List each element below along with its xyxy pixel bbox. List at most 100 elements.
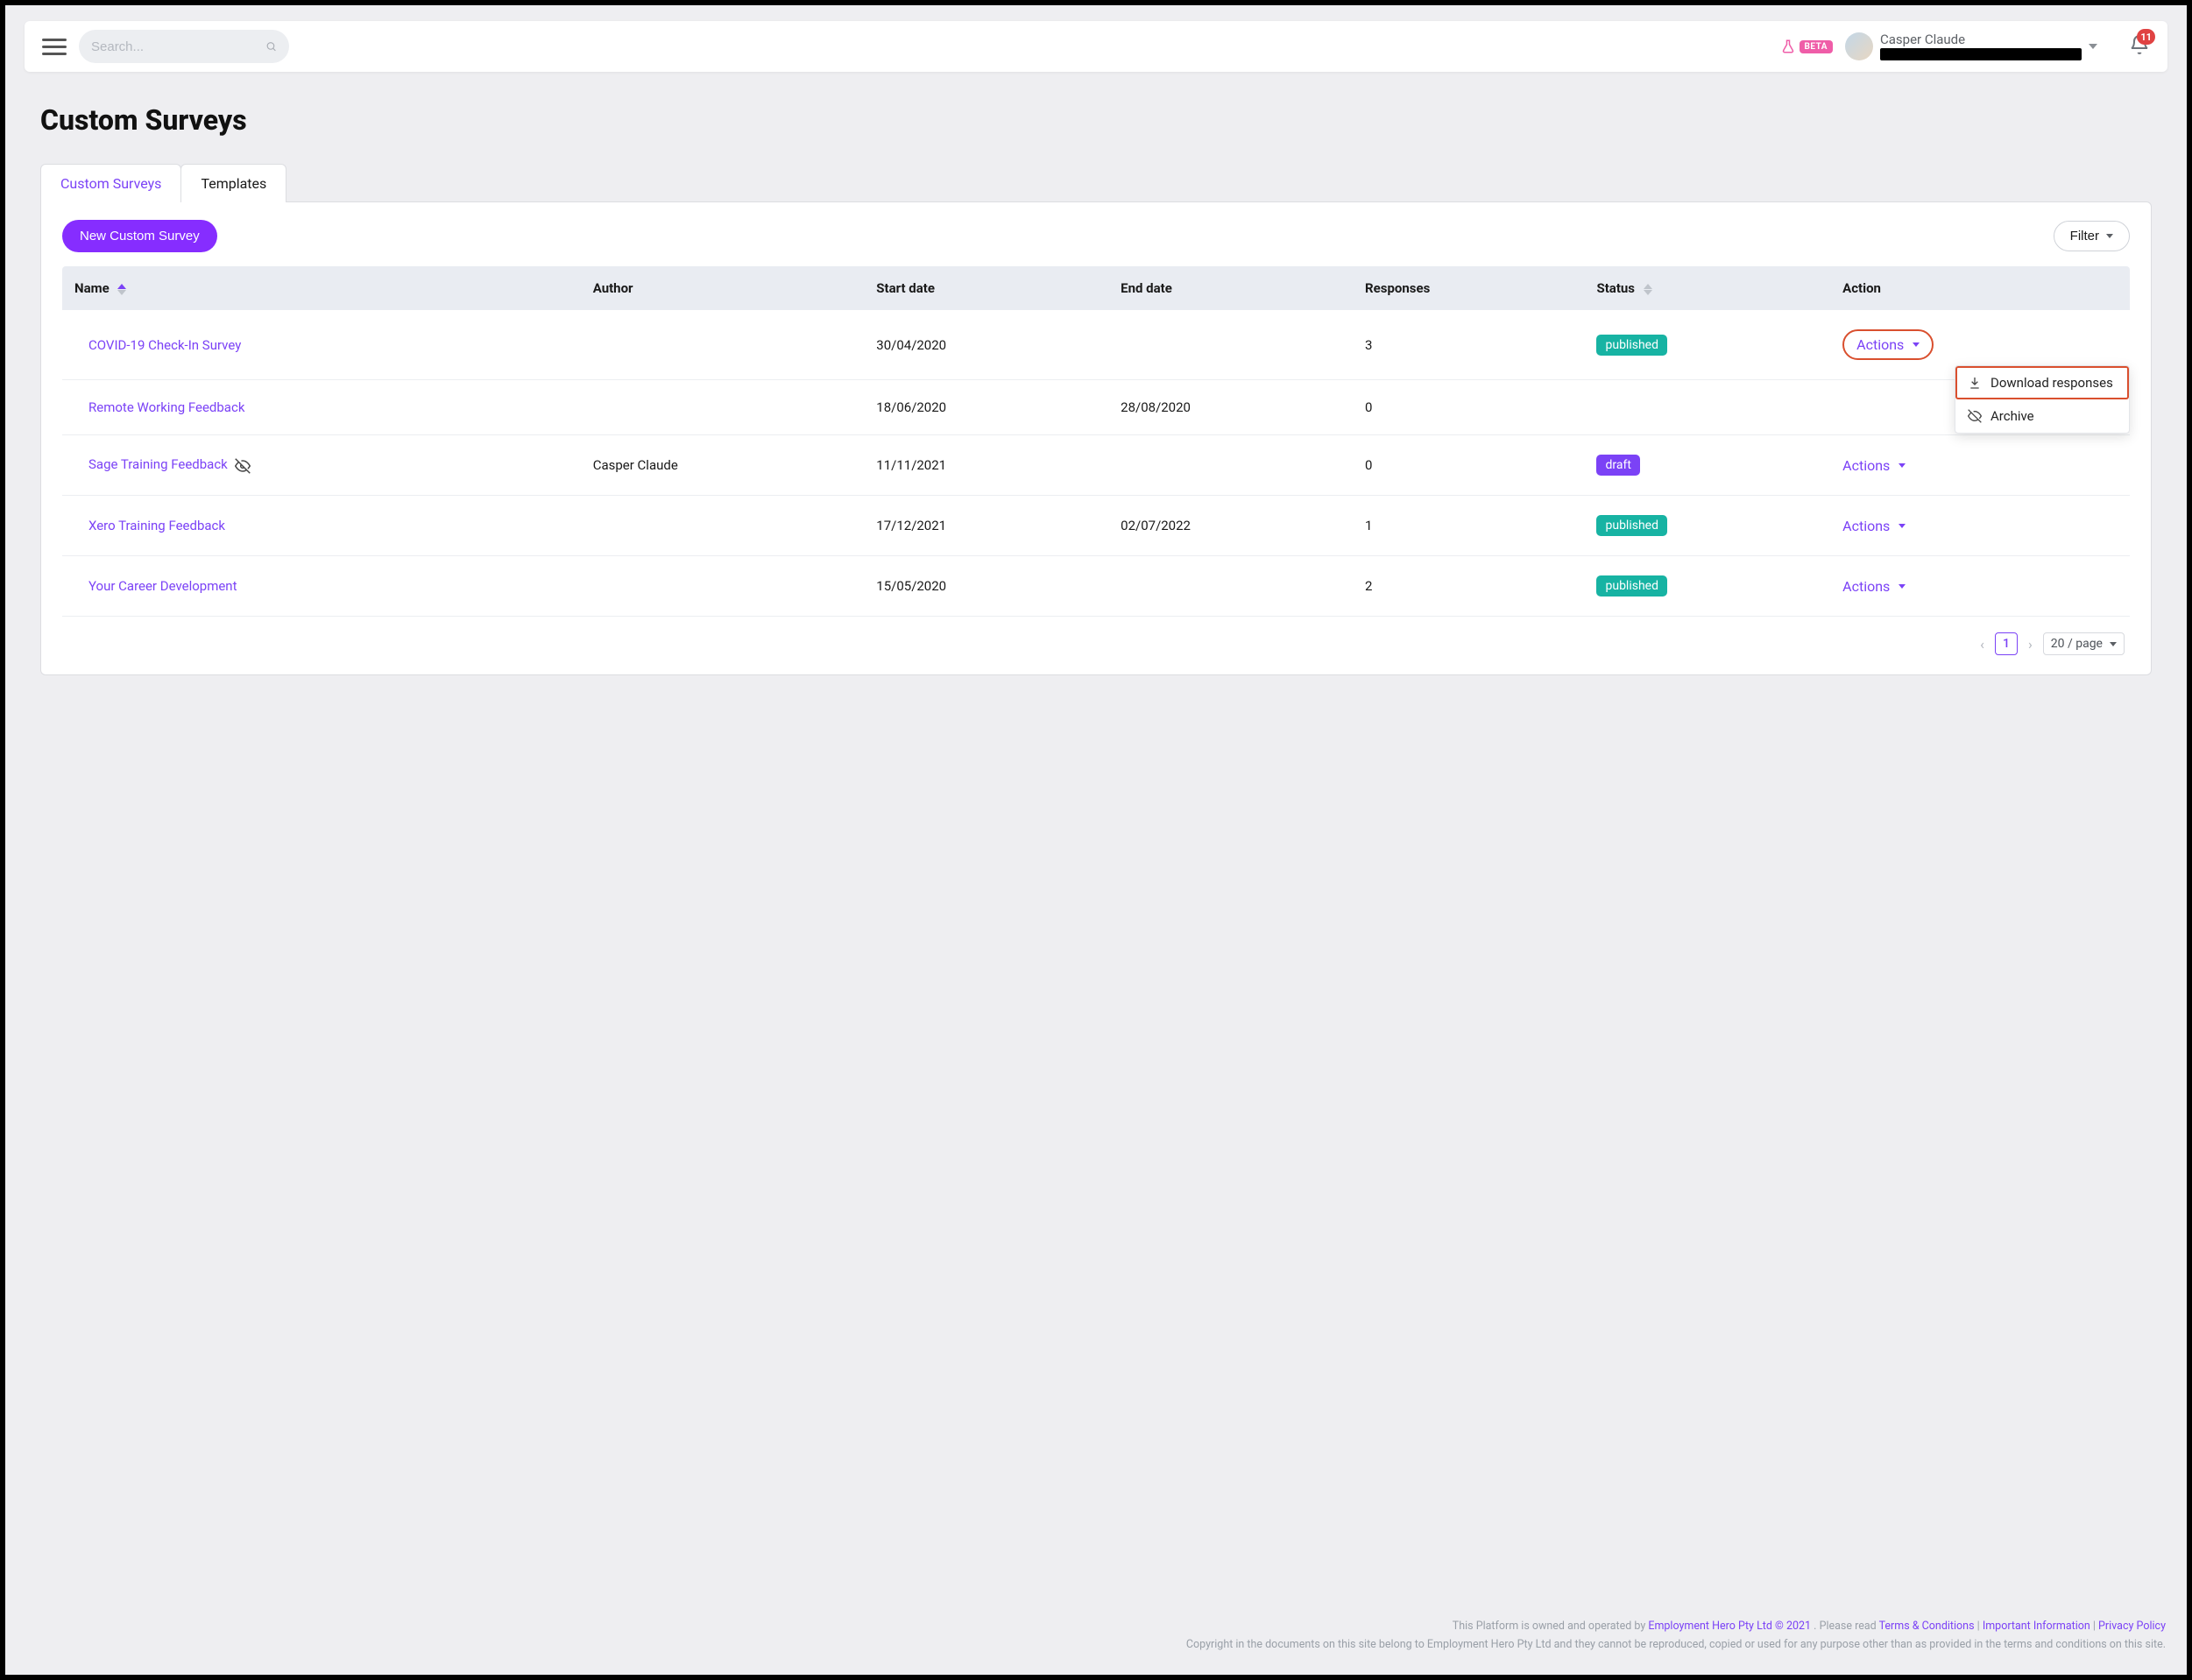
cell-responses: 2 [1353,556,1584,617]
filter-button[interactable]: Filter [2054,221,2130,251]
user-email-redacted [1880,48,2082,60]
notification-count: 11 [2137,29,2155,45]
topbar: BETA Casper Claude 11 [25,21,2167,72]
beta-badge: BETA [1800,40,1834,53]
footer-copyright: Copyright in the documents on this site … [26,1635,2166,1654]
status-badge: published [1596,575,1667,596]
status-badge: draft [1596,455,1639,476]
cell-author [581,310,865,380]
search-input-wrapper[interactable] [79,30,289,63]
new-custom-survey-button[interactable]: New Custom Survey [62,220,217,252]
beta-chip[interactable]: BETA [1780,39,1834,54]
col-name-label: Name [74,280,110,296]
cell-end-date [1108,435,1353,496]
actions-button-label: Actions [1842,578,1890,595]
survey-name-link[interactable]: Xero Training Feedback [62,496,581,556]
cell-end-date: 02/07/2022 [1108,496,1353,556]
actions-button-label: Actions [1842,457,1890,474]
actions-button-label: Actions [1842,518,1890,534]
cell-start-date: 15/05/2020 [864,556,1108,617]
sort-icon [117,284,126,295]
current-page[interactable]: 1 [1995,632,2018,655]
actions-button-label: Actions [1856,336,1904,353]
table-row: Remote Working Feedback 18/06/202028/08/2… [62,380,2130,435]
surveys-table: Name Author Start date End date Response… [62,266,2130,617]
footer-text: This Platform is owned and operated by [1453,1620,1649,1633]
page-title: Custom Surveys [40,103,2152,137]
actions-button[interactable]: Actions [1842,578,1906,595]
survey-name-link[interactable]: COVID-19 Check-In Survey [62,310,581,380]
cell-end-date [1108,556,1353,617]
page-size-select[interactable]: 20 / page [2043,632,2125,655]
dropdown-item-label: Download responses [1990,375,2113,391]
eye-off-icon [1968,409,1982,423]
tabstrip: Custom SurveysTemplates [40,163,2152,201]
filter-button-label: Filter [2070,229,2099,244]
col-end-date[interactable]: End date [1108,266,1353,310]
survey-name-link[interactable]: Your Career Development [62,556,581,617]
cell-author [581,556,865,617]
cell-responses: 3 [1353,310,1584,380]
actions-button[interactable]: Actions [1842,329,1934,360]
cell-status: published [1584,310,1830,380]
footer-owner-link[interactable]: Employment Hero Pty Ltd © 2021 [1648,1620,1811,1633]
status-badge: published [1596,335,1667,356]
cell-status [1584,380,1830,435]
actions-button[interactable]: Actions [1842,518,1906,534]
chevron-down-icon [2110,642,2117,646]
tab-custom-surveys[interactable]: Custom Surveys [40,164,181,202]
col-responses[interactable]: Responses [1353,266,1584,310]
footer-privacy-link[interactable]: Privacy Policy [2098,1620,2166,1633]
notifications-button[interactable]: 11 [2129,34,2150,59]
cell-start-date: 30/04/2020 [864,310,1108,380]
cell-action: Actions [1830,556,2130,617]
footer-terms-link[interactable]: Terms & Conditions [1879,1620,1975,1633]
search-icon [265,39,277,53]
col-name[interactable]: Name [62,266,581,310]
cell-responses: 0 [1353,435,1584,496]
cell-status: published [1584,496,1830,556]
table-row: Sage Training FeedbackCasper Claude11/11… [62,435,2130,496]
actions-dropdown: Download responses Archive [1955,365,2130,434]
menu-icon[interactable] [42,34,67,59]
page-size-label: 20 / page [2051,637,2103,651]
cell-action: Actions [1830,496,2130,556]
col-status-label: Status [1596,280,1635,296]
cell-start-date: 18/06/2020 [864,380,1108,435]
download-icon [1968,376,1982,390]
cell-author: Casper Claude [581,435,865,496]
survey-name-link[interactable]: Sage Training Feedback [62,435,581,496]
avatar [1845,32,1873,60]
footer-important-link[interactable]: Important Information [1983,1620,2090,1633]
eye-off-icon [235,458,251,474]
dropdown-download-responses[interactable]: Download responses [1955,366,2129,399]
cell-action: Actions [1830,435,2130,496]
col-status[interactable]: Status [1584,266,1830,310]
chevron-down-icon [1899,584,1906,589]
actions-button[interactable]: Actions [1842,457,1906,474]
next-page[interactable]: › [2026,636,2034,653]
chevron-down-icon [1899,524,1906,528]
cell-responses: 0 [1353,380,1584,435]
dropdown-archive[interactable]: Archive [1955,399,2129,433]
chevron-down-icon [1913,342,1920,347]
footer-text: . Please read [1814,1620,1878,1633]
surveys-panel: New Custom Survey Filter Name [40,201,2152,675]
cell-end-date [1108,310,1353,380]
user-menu[interactable]: Casper Claude [1845,32,2097,60]
footer: This Platform is owned and operated by E… [5,1585,2187,1676]
cell-start-date: 17/12/2021 [864,496,1108,556]
col-start-date[interactable]: Start date [864,266,1108,310]
col-action: Action [1830,266,2130,310]
col-author[interactable]: Author [581,266,865,310]
table-row: Your Career Development 15/05/2020 2 publis… [62,556,2130,617]
chevron-down-icon [2106,234,2113,238]
cell-end-date: 28/08/2020 [1108,380,1353,435]
search-input[interactable] [91,39,265,54]
chevron-down-icon [1899,463,1906,468]
tab-templates[interactable]: Templates [180,164,286,202]
survey-name-link[interactable]: Remote Working Feedback [62,380,581,435]
prev-page[interactable]: ‹ [1978,636,1986,653]
cell-author [581,380,865,435]
cell-status: draft [1584,435,1830,496]
